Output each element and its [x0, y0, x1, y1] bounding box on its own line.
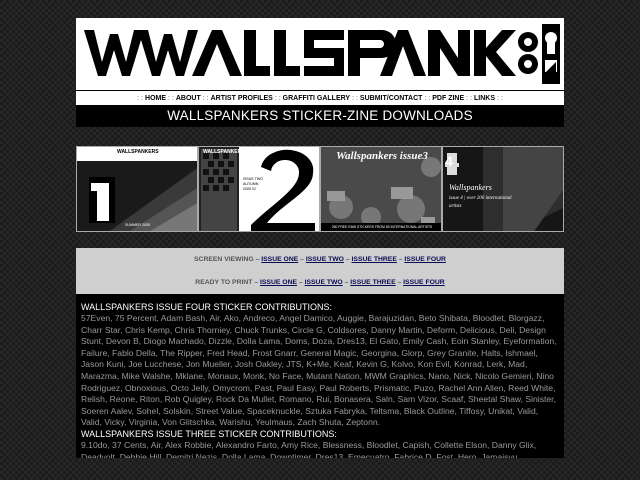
cover-issue-four[interactable]: 4 Wallspankers issue 4 | over 200 intern… [442, 146, 564, 232]
screen-viewing-label: SCREEN VIEWING – [194, 256, 260, 263]
cover-four-sub: issue 4 | over 200 international artists [449, 196, 512, 209]
nav-separator: : : [466, 94, 472, 102]
nav-separator: : : [496, 94, 503, 102]
nav-submit-contact[interactable]: SUBMIT/CONTACT [360, 95, 422, 102]
screen-issue-four-link[interactable]: ISSUE FOUR [404, 256, 446, 263]
nav-home[interactable]: HOME [145, 95, 166, 102]
screen-issue-one-link[interactable]: ISSUE ONE [261, 256, 298, 263]
issue-covers: WALLSPANKERS SUMMER 2005 WALLSPANKERS IS… [76, 146, 564, 232]
site-header [76, 18, 564, 90]
page-wrapper: : : HOME : : ABOUT : : ARTIST PROFILES :… [76, 18, 564, 458]
nav-links[interactable]: LINKS [474, 95, 495, 102]
print-issue-one-link[interactable]: ISSUE ONE [260, 279, 297, 286]
nav-pdf-zine[interactable]: PDF ZINE [432, 95, 464, 102]
cover-issue-one[interactable]: WALLSPANKERS SUMMER 2005 [76, 146, 198, 232]
print-issue-four-link[interactable]: ISSUE FOUR [403, 279, 445, 286]
ready-to-print-row: READY TO PRINT – ISSUE ONE – ISSUE TWO –… [195, 279, 445, 286]
cover-three-sub: 250 FREE RAW STICKERS FROM 80 INTERNATIO… [331, 225, 433, 229]
cover-one-art [77, 147, 197, 231]
issue-four-contributors: 57Even, 75 Percent, Adam Bash, Air, Ako,… [81, 313, 557, 428]
print-issue-two-link[interactable]: ISSUE TWO [305, 279, 343, 286]
cover-four-number: 4 [445, 153, 453, 169]
nav-separator: : : [168, 94, 174, 102]
cover-one-sub: SUMMER 2005 [125, 223, 150, 227]
issue-four-contributions-heading: WALLSPANKERS ISSUE FOUR STICKER CONTRIBU… [81, 302, 333, 312]
nav-separator: : : [352, 94, 358, 102]
main-nav: : : HOME : : ABOUT : : ARTIST PROFILES :… [76, 90, 564, 105]
cover-two-sub: ISSUE TWO AUTUMN 2005 01 [243, 177, 264, 191]
nav-graffiti-gallery[interactable]: GRAFFITI GALLERY [283, 95, 350, 102]
contributions-section: WALLSPANKERS ISSUE FOUR STICKER CONTRIBU… [76, 294, 564, 458]
nav-separator: : : [424, 94, 431, 102]
cover-three-label: Wallspankers issue3 [336, 150, 428, 162]
issue-three-contributors: 9.10do, 37 Cents, Air, Alex Robbie, Alex… [81, 439, 537, 458]
cover-two-label: WALLSPANKERS [203, 149, 245, 155]
nav-separator: : : [202, 94, 209, 102]
screen-issue-three-link[interactable]: ISSUE THREE [352, 256, 397, 263]
page-title: WALLSPANKERS STICKER-ZINE DOWNLOADS [76, 105, 564, 127]
screen-viewing-row: SCREEN VIEWING – ISSUE ONE – ISSUE TWO –… [194, 256, 446, 263]
wallspankers-logo[interactable] [80, 22, 560, 86]
cover-issue-three[interactable]: Wallspankers issue3 250 FREE RAW STICKER… [320, 146, 442, 232]
screen-issue-two-link[interactable]: ISSUE TWO [306, 256, 344, 263]
cover-issue-two[interactable]: WALLSPANKERS ISSUE TWO AUTUMN 2005 01 [198, 146, 320, 232]
cover-four-label: Wallspankers [449, 183, 492, 192]
nav-separator: : : [274, 94, 281, 102]
ready-to-print-label: READY TO PRINT – [195, 279, 259, 286]
nav-separator: : : [137, 94, 144, 102]
cover-one-label: WALLSPANKERS [117, 149, 159, 155]
nav-about[interactable]: ABOUT [176, 95, 201, 102]
issue-three-contributions-heading: WALLSPANKERS ISSUE THREE STICKER CONTRIB… [81, 428, 337, 439]
print-issue-three-link[interactable]: ISSUE THREE [350, 279, 395, 286]
nav-artist-profiles[interactable]: ARTIST PROFILES [211, 95, 273, 102]
download-links-panel: SCREEN VIEWING – ISSUE ONE – ISSUE TWO –… [76, 248, 564, 294]
